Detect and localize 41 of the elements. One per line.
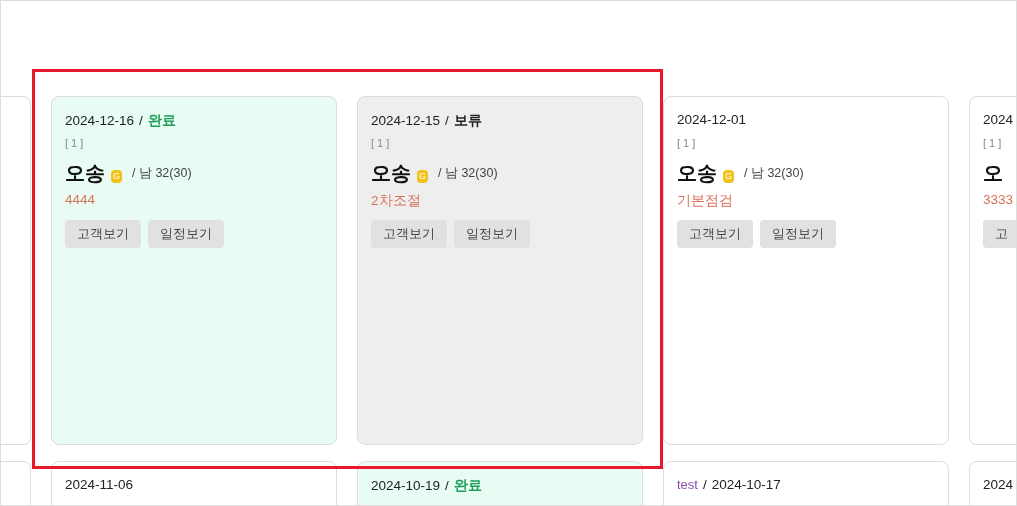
view-button[interactable]: 고객보기 [677,220,753,248]
view-button[interactable]: 일정보기 [454,220,530,248]
date-text: 2024-12-15 [371,113,441,128]
memo-text: 3333 [983,192,1015,209]
customer-info: / 남 32(30) [744,164,804,182]
status-text: 완료 [147,112,176,130]
customer-info: / 남 32(30) [438,164,498,182]
customer-name: 오송 [65,160,105,186]
status-text: 보류 [453,112,482,130]
count-text: [ 1 ] [371,137,391,151]
count-text: [ 1 ] [677,137,697,151]
date-text: 2024 [983,112,1014,127]
date-text: 2024-10-17 [711,477,781,492]
date-text: 2024-11-06 [65,477,134,492]
view-button[interactable]: 일정보기 [760,220,836,248]
grade-badge: G [723,169,734,183]
memo-text: 2차조절 [371,192,422,210]
view-button[interactable]: 고 [983,220,1016,248]
separator-text: / [445,113,449,128]
date-text: 2024-10-19 [371,478,441,493]
count-text: [ 1 ] [983,137,1003,151]
date-text: 2024 [983,477,1014,492]
grade-badge: G [111,169,122,183]
date-text: 2024-12-16 [65,113,135,128]
grade-badge: G [417,169,428,183]
date-text: 2024-12-01 [677,112,747,127]
tag-label: test [677,477,698,492]
separator-text: / [445,478,449,493]
separator-text: / [139,113,143,128]
view-button[interactable]: 일정보기 [148,220,224,248]
customer-name: 오송 [677,160,717,186]
customer-name: 오송 [371,160,411,186]
view-button[interactable]: 고객보기 [65,220,141,248]
memo-text: 기본점검 [677,192,734,210]
status-text: 완료 [453,477,482,495]
memo-text: 4444 [65,192,97,209]
customer-info: / 남 32(30) [132,164,192,182]
view-button[interactable]: 고객보기 [371,220,447,248]
separator-text: / [702,477,707,492]
customer-name: 오 [983,160,1003,186]
count-text: [ 1 ] [65,137,85,151]
